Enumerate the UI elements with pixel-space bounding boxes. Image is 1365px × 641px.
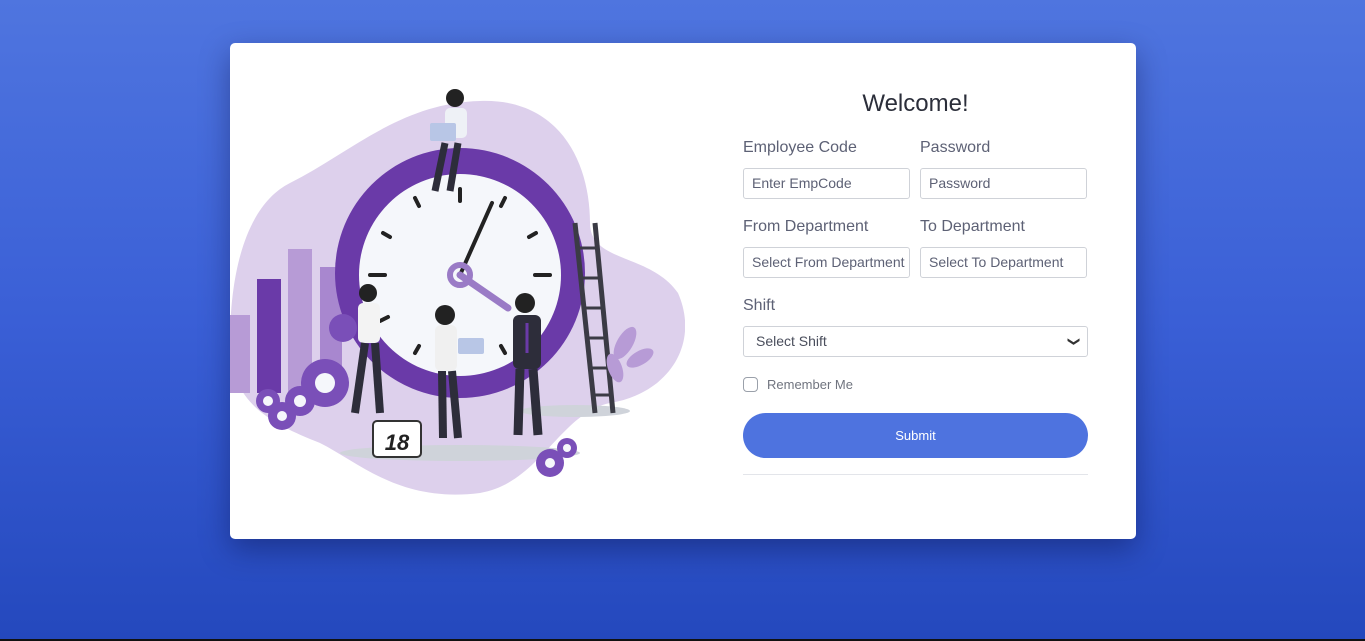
remember-me-label[interactable]: Remember Me: [767, 377, 853, 392]
password-label: Password: [920, 139, 991, 156]
bar-chart-bar: [257, 279, 281, 393]
login-card: 18 Welcome! Employee Code Password Enter…: [230, 43, 1136, 539]
submit-button[interactable]: Submit: [743, 413, 1088, 458]
from-department-label: From Department: [743, 218, 869, 235]
shift-label: Shift: [743, 297, 776, 314]
to-department-label: To Department: [920, 218, 1025, 235]
shift-select-value: Select Shift: [756, 333, 827, 349]
calendar-icon: 18: [372, 420, 422, 458]
from-department-input[interactable]: Select From Department: [743, 247, 910, 278]
employee-code-label: Employee Code: [743, 139, 857, 156]
welcome-heading: Welcome!: [862, 90, 969, 117]
employee-code-input[interactable]: Enter EmpCode: [743, 168, 910, 199]
svg-text:18: 18: [385, 430, 410, 455]
shift-select[interactable]: Select Shift ❯: [743, 326, 1088, 357]
chevron-down-icon: ❯: [1067, 336, 1082, 347]
bar-chart-bar: [230, 315, 250, 393]
to-department-input[interactable]: Select To Department: [920, 247, 1087, 278]
password-input[interactable]: Password: [920, 168, 1087, 199]
time-management-illustration: 18: [230, 89, 685, 495]
remember-me-checkbox[interactable]: [743, 377, 758, 392]
divider: [743, 474, 1088, 475]
